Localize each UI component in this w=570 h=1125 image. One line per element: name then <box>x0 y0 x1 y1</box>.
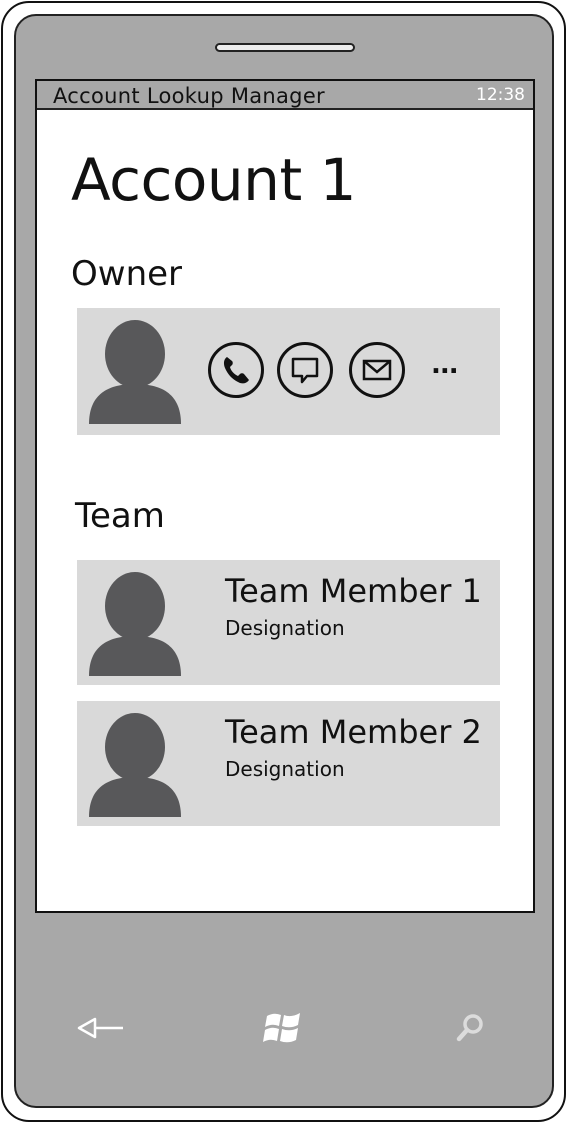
team-member-avatar <box>89 713 181 817</box>
team-member-card[interactable]: Team Member 2 Designation <box>77 701 500 826</box>
status-bar: Account Lookup Manager 12:38 <box>37 81 533 110</box>
page-title: Account 1 <box>71 146 357 214</box>
owner-section-label: Owner <box>71 254 183 294</box>
team-member-designation: Designation <box>225 757 345 781</box>
team-section-label: Team <box>75 496 165 536</box>
email-button[interactable] <box>349 342 405 398</box>
start-button[interactable] <box>258 1004 308 1050</box>
search-icon <box>456 1014 483 1042</box>
team-member-name: Team Member 2 <box>225 713 482 751</box>
app-title: Account Lookup Manager <box>53 84 325 108</box>
team-member-designation: Designation <box>225 616 345 640</box>
owner-avatar <box>89 320 181 424</box>
phone-icon <box>223 357 249 384</box>
phone-screen: Account Lookup Manager 12:38 Account 1 O… <box>35 79 535 913</box>
phone-speaker <box>215 43 355 52</box>
message-button[interactable] <box>277 342 333 398</box>
team-member-avatar <box>89 572 181 676</box>
call-button[interactable] <box>208 342 264 398</box>
back-arrow-icon <box>77 1017 123 1039</box>
owner-card[interactable]: ... <box>77 308 500 435</box>
team-member-name: Team Member 1 <box>225 572 482 610</box>
search-button[interactable] <box>448 1008 492 1048</box>
more-button[interactable]: ... <box>431 352 459 378</box>
back-button[interactable] <box>70 1006 130 1050</box>
windows-logo-icon <box>263 1013 300 1043</box>
chat-bubble-icon <box>291 357 319 384</box>
status-clock: 12:38 <box>476 85 525 105</box>
team-member-card[interactable]: Team Member 1 Designation <box>77 560 500 685</box>
envelope-icon <box>362 359 392 381</box>
